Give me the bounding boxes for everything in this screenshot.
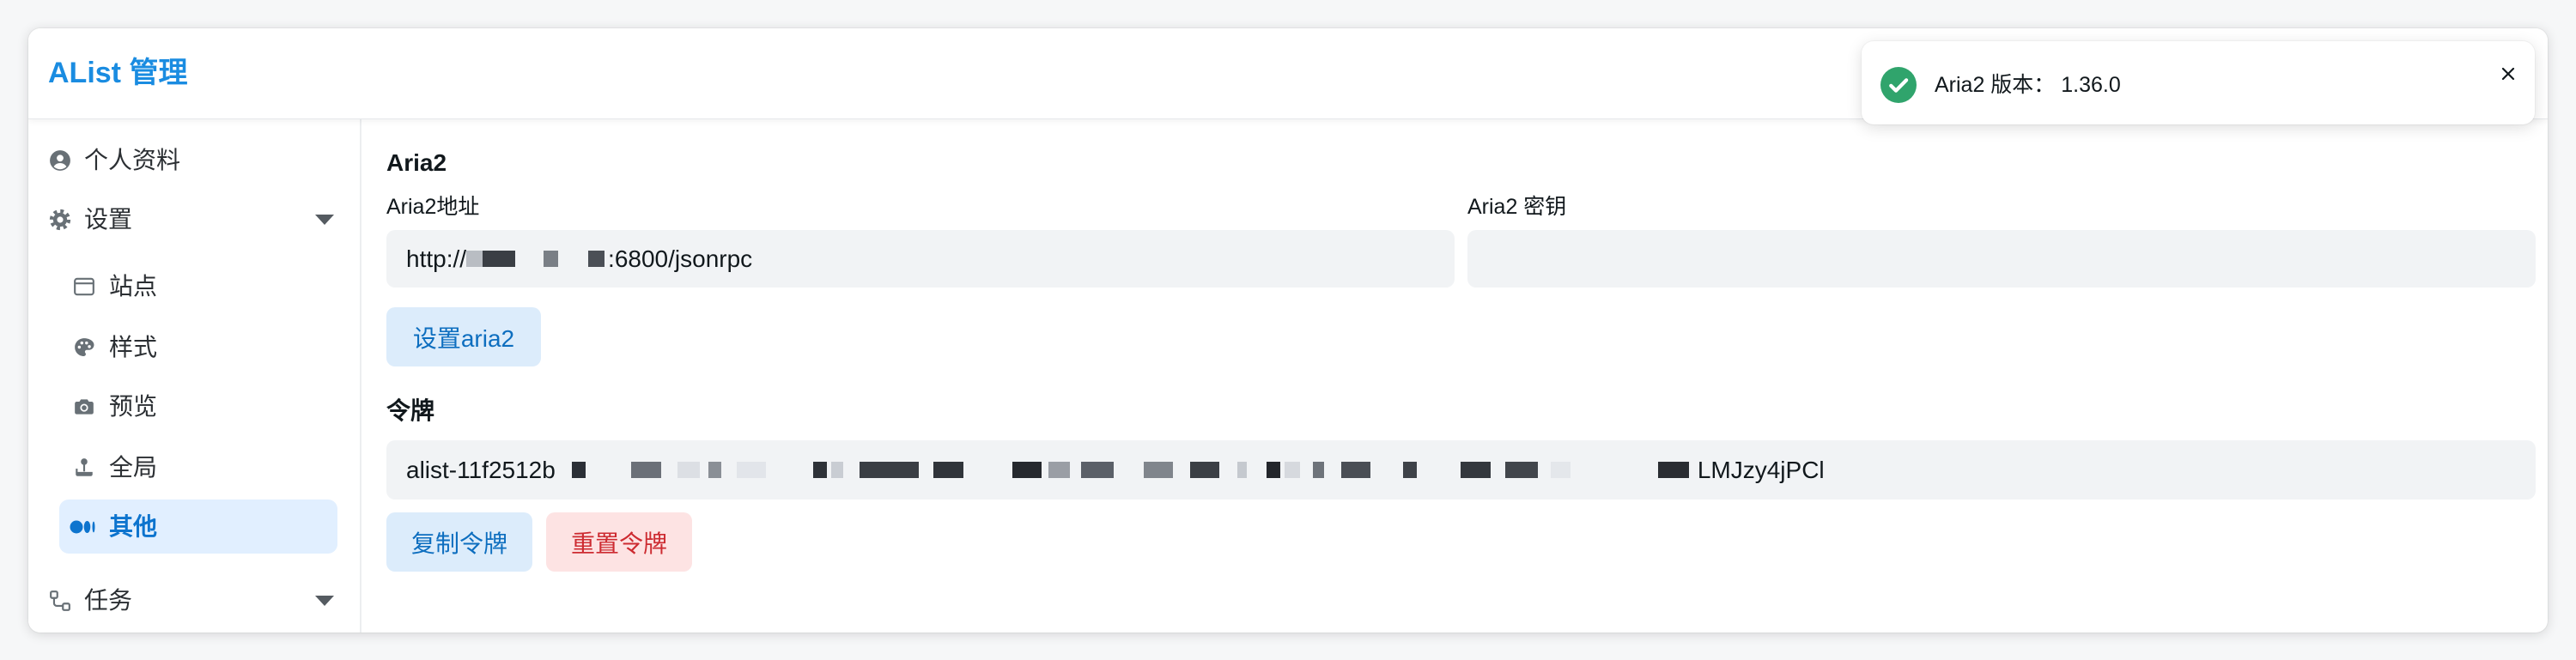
redacted-mosaic xyxy=(556,462,1698,478)
sidebar-item-label: 预览 xyxy=(109,393,158,420)
set-aria2-button[interactable]: 设置aria2 xyxy=(386,307,541,366)
aria2-address-value-end: :6800/jsonrpc xyxy=(608,245,753,272)
flow-icon xyxy=(49,590,71,612)
chevron-down-icon xyxy=(314,595,335,607)
sidebar-item-label: 设置 xyxy=(84,206,133,233)
gear-icon xyxy=(49,209,71,231)
success-toast: Aria2 版本： 1.36.0 xyxy=(1862,41,2535,124)
palette-icon xyxy=(73,336,95,359)
sidebar-item-site[interactable]: 站点 xyxy=(59,259,337,313)
sidebar-item-label: 个人资料 xyxy=(84,147,181,173)
sidebar-group-tasks[interactable]: 任务 xyxy=(28,573,360,627)
sidebar-item-label: 站点 xyxy=(109,273,158,300)
redacted-mosaic xyxy=(466,251,609,267)
token-value-start: alist-11f2512b xyxy=(406,456,556,483)
token-input[interactable]: alist-11f2512b LMJzy4jPCl xyxy=(386,440,2536,500)
aria2-secret-label: Aria2 密钥 xyxy=(1467,195,1567,219)
check-circle-icon xyxy=(1880,67,1917,103)
sidebar-item-label: 样式 xyxy=(109,334,158,360)
sidebar-item-label: 其他 xyxy=(109,513,158,540)
sidebar-item-label: 任务 xyxy=(84,587,133,614)
sidebar-group-settings[interactable]: 设置 xyxy=(28,192,360,246)
aria2-address-input[interactable]: http:// :6800/jsonrpc xyxy=(386,230,1455,288)
sidebar: 个人资料 设置 站点 样式 预览 全局 其他 任务 xyxy=(28,118,361,633)
reset-token-button[interactable]: 重置令牌 xyxy=(546,512,692,572)
token-section-title: 令牌 xyxy=(386,397,435,424)
toast-message: Aria2 版本： 1.36.0 xyxy=(1935,73,2121,97)
sidebar-item-other[interactable]: 其他 xyxy=(59,500,337,554)
sidebar-item-profile[interactable]: 个人资料 xyxy=(28,133,360,187)
token-value-end: LMJzy4jPCl xyxy=(1697,456,1825,483)
sidebar-item-preview[interactable]: 预览 xyxy=(59,379,337,433)
copy-token-button[interactable]: 复制令牌 xyxy=(386,512,532,572)
aria2-section-title: Aria2 xyxy=(386,149,447,176)
sidebar-item-label: 全局 xyxy=(109,454,158,481)
sidebar-item-style[interactable]: 样式 xyxy=(59,320,337,374)
close-icon[interactable] xyxy=(2500,65,2517,82)
joystick-icon xyxy=(73,457,95,479)
sidebar-item-global[interactable]: 全局 xyxy=(59,440,337,494)
window-icon xyxy=(73,276,95,298)
chevron-down-icon xyxy=(314,214,335,226)
aria2-address-value-start: http:// xyxy=(406,245,467,272)
aria2-secret-input[interactable] xyxy=(1467,230,2536,288)
aria2-address-label: Aria2地址 xyxy=(386,195,480,219)
camera-icon xyxy=(73,396,95,418)
app-title: AList 管理 xyxy=(48,57,188,89)
medium-logo-icon xyxy=(70,516,97,538)
user-circle-icon xyxy=(49,149,71,172)
